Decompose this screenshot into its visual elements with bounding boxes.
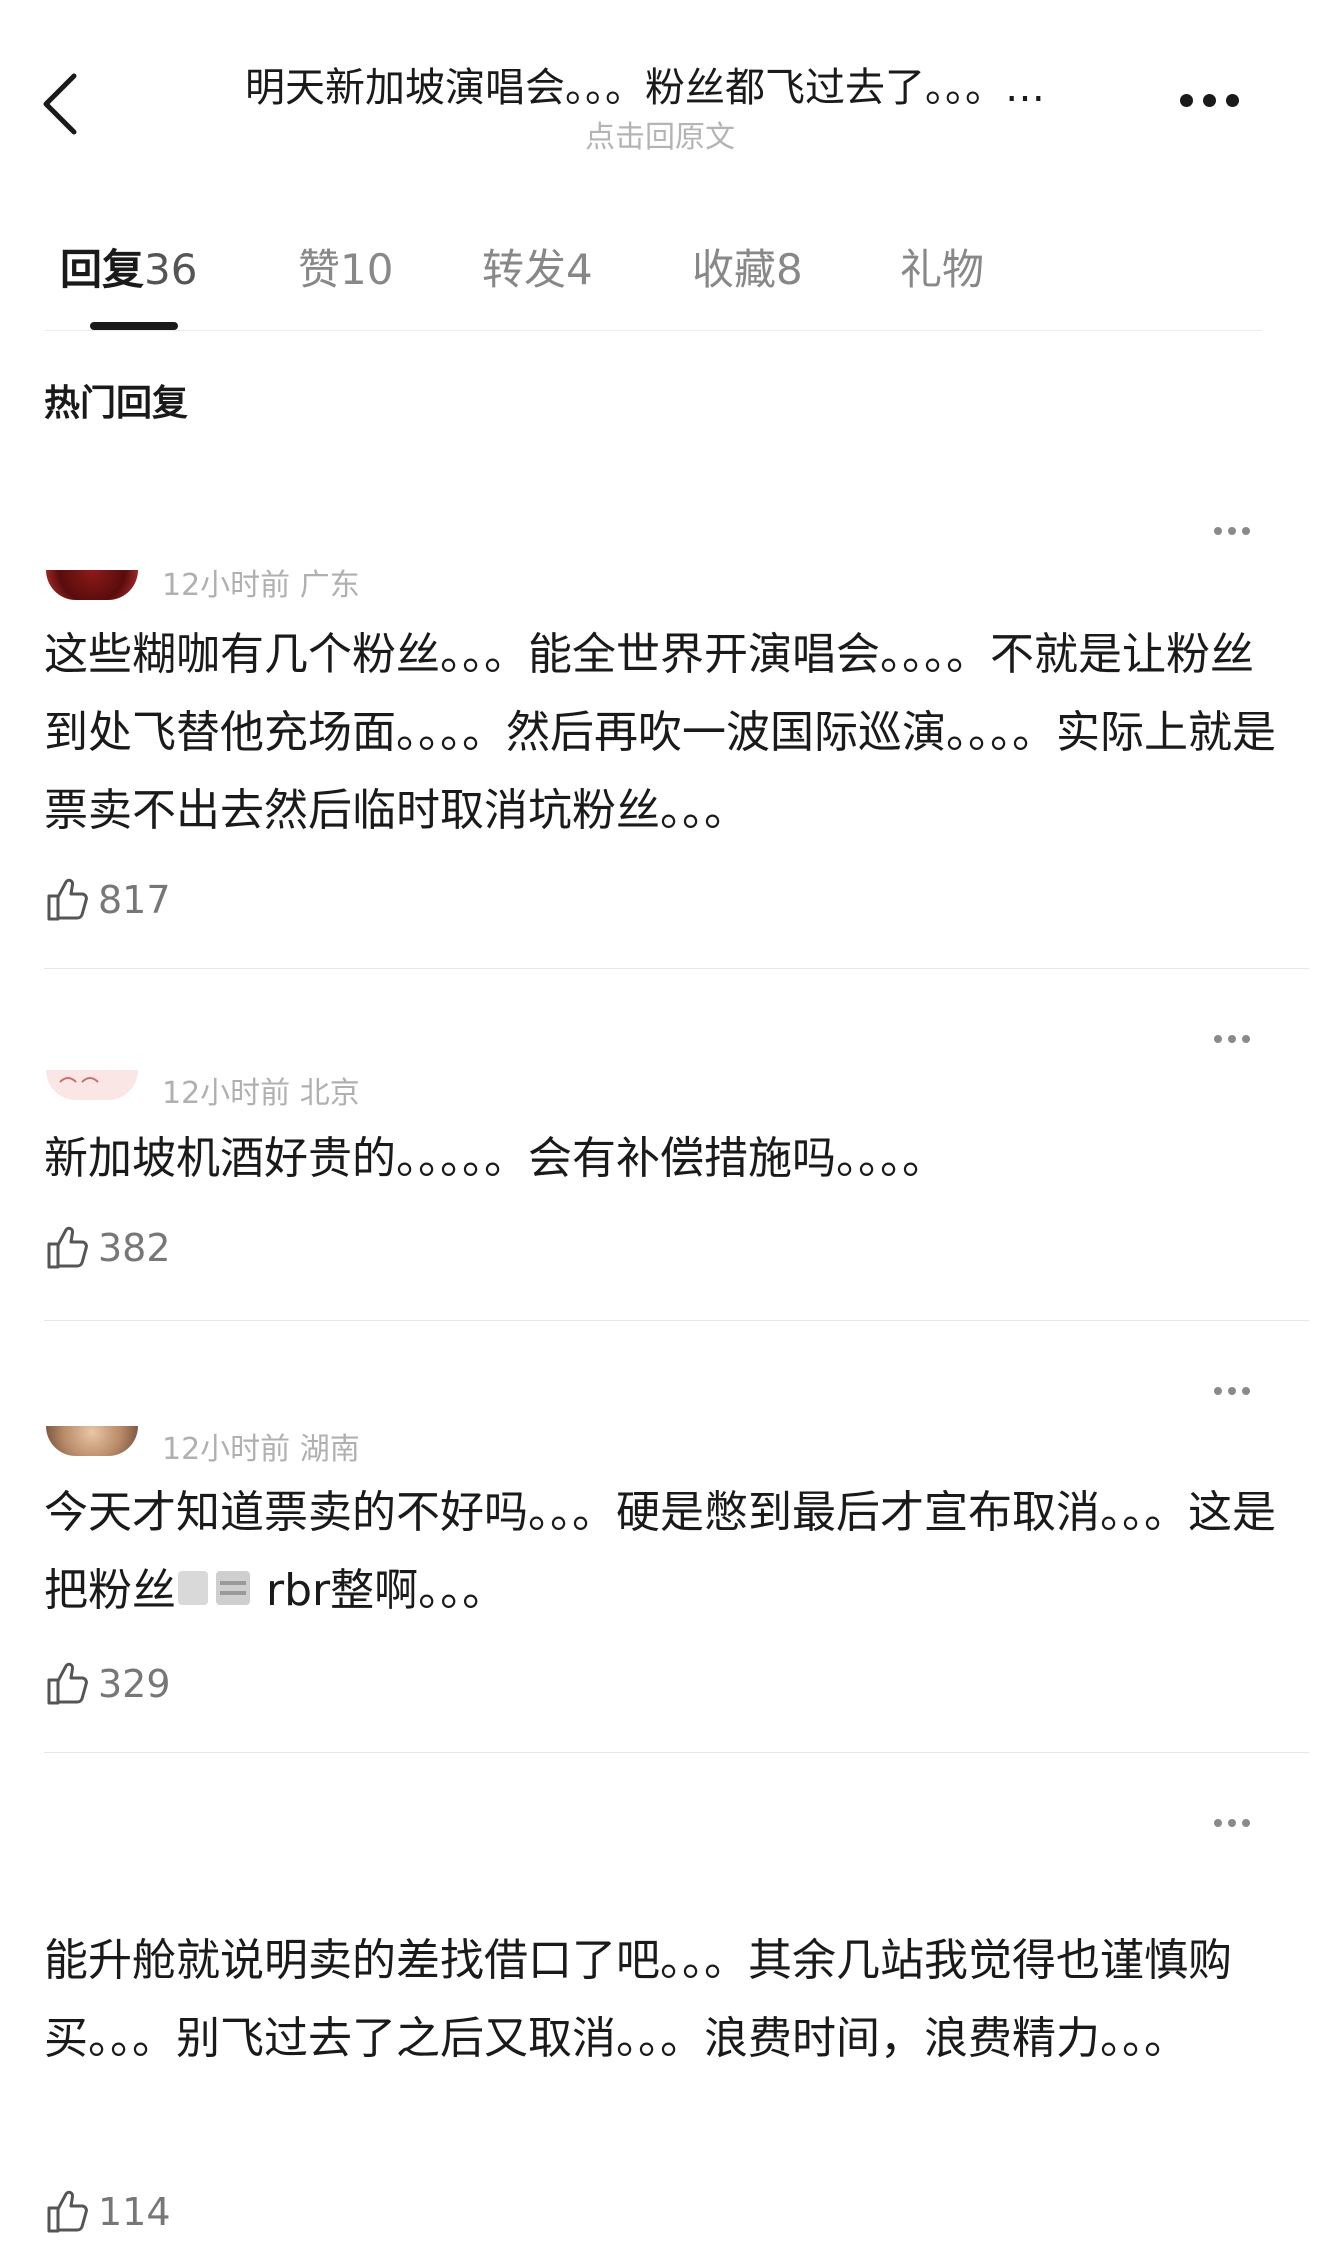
comment-text: 新加坡机酒好贵的。。。。。会有补偿措施吗。。。。 xyxy=(44,1133,946,1184)
more-options-button[interactable] xyxy=(1180,92,1250,122)
divider xyxy=(44,1320,1310,1321)
divider xyxy=(44,1752,1310,1753)
divider xyxy=(44,968,1310,969)
avatar-art xyxy=(59,1077,99,1083)
tab-label: 赞 xyxy=(298,245,341,294)
comment-meta: 12小时前 广东 xyxy=(162,568,360,603)
comment-text: 能升舱就说明卖的差找借口了吧。。。其余几站我觉得也谨慎购买。。。别飞过去了之后又… xyxy=(44,1935,1232,2064)
more-dots-icon xyxy=(1214,1035,1222,1043)
more-dot xyxy=(1242,527,1250,535)
tab-replies[interactable]: 回复36 xyxy=(60,236,197,297)
like-count: 817 xyxy=(98,878,171,922)
avatar[interactable] xyxy=(46,1426,138,1456)
blurred-emoji-icon xyxy=(178,1571,250,1605)
more-dot xyxy=(1226,94,1239,107)
avatar[interactable] xyxy=(46,570,138,600)
like-count: 114 xyxy=(98,2190,171,2234)
tab-label: 收藏 xyxy=(692,245,777,294)
more-dot xyxy=(1228,527,1236,535)
tab-label: 礼物 xyxy=(900,245,985,294)
more-dots-icon xyxy=(1214,1387,1222,1395)
thumbs-up-icon xyxy=(47,878,88,921)
more-dot xyxy=(1242,1035,1250,1043)
view-original-link[interactable]: 点击回原文 xyxy=(0,112,1320,156)
more-dots-icon xyxy=(1214,1819,1222,1827)
like-count: 382 xyxy=(98,1226,171,1270)
comment-more-button[interactable] xyxy=(1214,520,1260,535)
post-title[interactable]: 明天新加坡演唱会。。。粉丝都飞过去了。。。… xyxy=(150,60,1140,116)
thumbs-up-icon xyxy=(47,1662,88,1705)
comment-more-button[interactable] xyxy=(1214,1812,1260,1827)
comment-more-button[interactable] xyxy=(1214,1028,1260,1043)
tab-count: 36 xyxy=(144,245,198,294)
more-dot xyxy=(1242,1819,1250,1827)
comment-text: 今天才知道票卖的不好吗。。。硬是憋到最后才宣布取消。。。这是把粉丝 rbr整啊。… xyxy=(44,1474,1284,1630)
more-dots-icon xyxy=(1214,527,1222,535)
thumbs-up-icon xyxy=(47,1226,88,1269)
more-dot xyxy=(1203,94,1216,107)
comment-more-button[interactable] xyxy=(1214,1380,1260,1395)
more-dot xyxy=(1228,1387,1236,1395)
tab-favorites[interactable]: 收藏8 xyxy=(692,236,803,297)
tab-count: 8 xyxy=(776,245,803,294)
tab-label: 转发 xyxy=(482,245,567,294)
comment-text-part: rbr整啊。。。 xyxy=(252,1565,507,1616)
comment-text: 这些糊咖有几个粉丝。。。能全世界开演唱会。。。。不就是让粉丝到处飞替他充场面。。… xyxy=(44,629,1276,836)
more-dot xyxy=(1228,1819,1236,1827)
thumbs-up-icon xyxy=(47,2190,88,2233)
tab-likes[interactable]: 赞10 xyxy=(298,236,393,297)
active-tab-indicator xyxy=(90,322,178,330)
tab-gifts[interactable]: 礼物 xyxy=(900,236,984,297)
like-count: 329 xyxy=(98,1662,171,1706)
comment-meta: 12小时前 北京 xyxy=(162,1076,360,1111)
more-dots-icon xyxy=(1180,94,1193,107)
tab-count: 10 xyxy=(340,245,394,294)
tab-label: 回复 xyxy=(60,245,145,294)
section-title: 热门回复 xyxy=(44,383,189,424)
tab-count: 4 xyxy=(566,245,593,294)
more-dot xyxy=(1242,1387,1250,1395)
top-bar: 明天新加坡演唱会。。。粉丝都飞过去了。。。… 点击回原文 xyxy=(0,0,1320,160)
more-dot xyxy=(1228,1035,1236,1043)
tab-reposts[interactable]: 转发4 xyxy=(482,236,593,297)
avatar[interactable] xyxy=(46,1070,138,1100)
comment-meta: 12小时前 湖南 xyxy=(162,1432,360,1467)
tab-bar: 回复36 赞10 转发4 收藏8 礼物 xyxy=(44,236,1262,331)
